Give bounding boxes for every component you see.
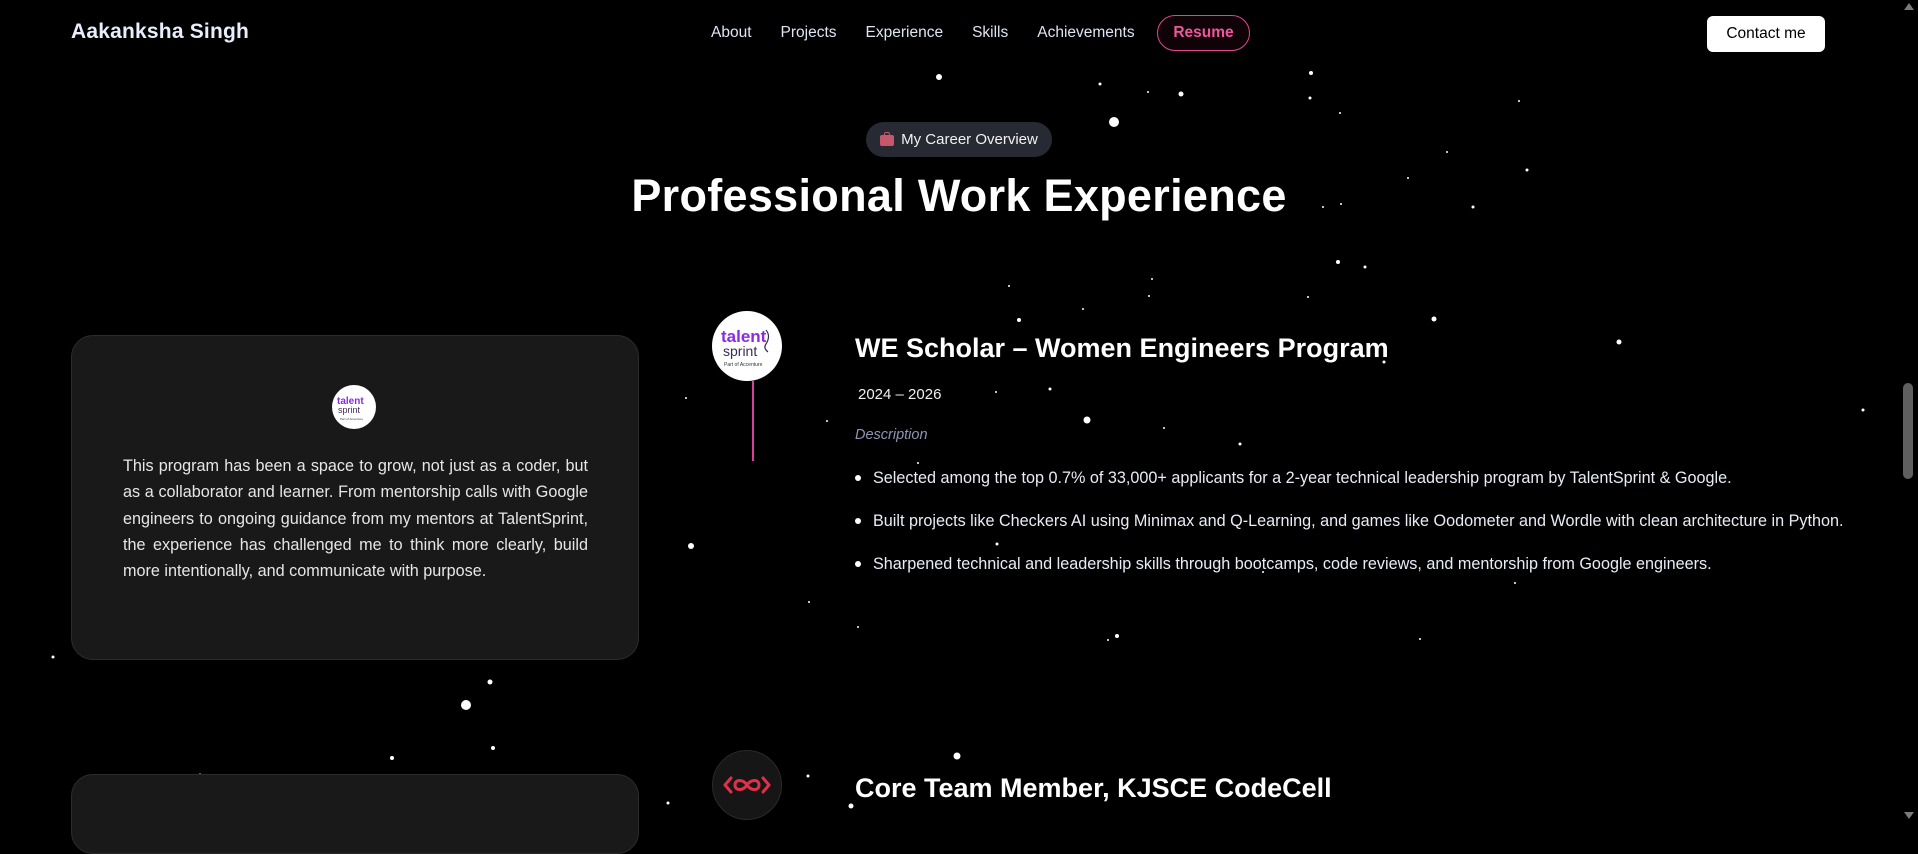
job-bullets: Selected among the top 0.7% of 33,000+ a… [855, 465, 1855, 594]
job-period: 2024 – 2026 [858, 386, 942, 403]
bullet-item: Sharpened technical and leadership skill… [855, 551, 1855, 577]
job-title: WE Scholar – Women Engineers Program [855, 333, 1389, 363]
briefcase-icon [880, 132, 895, 146]
nav-menu: About Projects Experience Skills Achieve… [711, 24, 1135, 42]
scroll-up-arrow-icon[interactable] [1904, 3, 1914, 10]
nav-link-achievements[interactable]: Achievements [1037, 24, 1134, 42]
svg-text:Part of Accenture: Part of Accenture [724, 362, 763, 368]
section-title: Professional Work Experience [631, 170, 1287, 221]
nav-link-projects[interactable]: Projects [781, 24, 837, 42]
experience-story-text: This program has been a space to grow, n… [123, 457, 588, 581]
contact-button[interactable]: Contact me [1707, 16, 1825, 52]
talentsprint-logo-small: talent sprint Part of Accenture [332, 385, 376, 429]
pill-label: My Career Overview [901, 131, 1038, 148]
scrollbar-thumb[interactable] [1903, 383, 1913, 479]
codecell-logo [712, 750, 782, 820]
experience-story-card: talent sprint Part of Accenture This pro… [71, 335, 639, 660]
experience-story-card-2 [71, 774, 639, 854]
top-navigation: Aakanksha Singh About Projects Experienc… [0, 0, 1898, 68]
nav-link-about[interactable]: About [711, 24, 752, 42]
nav-link-experience[interactable]: Experience [866, 24, 944, 42]
bullet-item: Built projects like Checkers AI using Mi… [855, 508, 1855, 534]
infinity-code-icon [723, 776, 771, 794]
svg-text:sprint: sprint [723, 343, 757, 359]
brand-name[interactable]: Aakanksha Singh [71, 20, 249, 44]
svg-text:sprint: sprint [338, 405, 361, 415]
job-title-2: Core Team Member, KJSCE CodeCell [855, 773, 1332, 803]
resume-button[interactable]: Resume [1157, 15, 1250, 51]
scroll-down-arrow-icon[interactable] [1904, 812, 1914, 819]
bullet-item: Selected among the top 0.7% of 33,000+ a… [855, 465, 1855, 491]
talentsprint-logo: talent sprint Part of Accenture [712, 311, 782, 381]
page-scrollbar[interactable] [1898, 0, 1918, 822]
description-label: Description [855, 427, 928, 443]
talentsprint-logo-icon: talent sprint Part of Accenture [337, 396, 364, 421]
talentsprint-logo-icon: talent sprint Part of Accenture [721, 327, 770, 368]
career-overview-pill: My Career Overview [866, 122, 1052, 157]
timeline-line [752, 381, 754, 461]
nav-link-skills[interactable]: Skills [972, 24, 1008, 42]
svg-text:Part of Accenture: Part of Accenture [340, 417, 363, 421]
